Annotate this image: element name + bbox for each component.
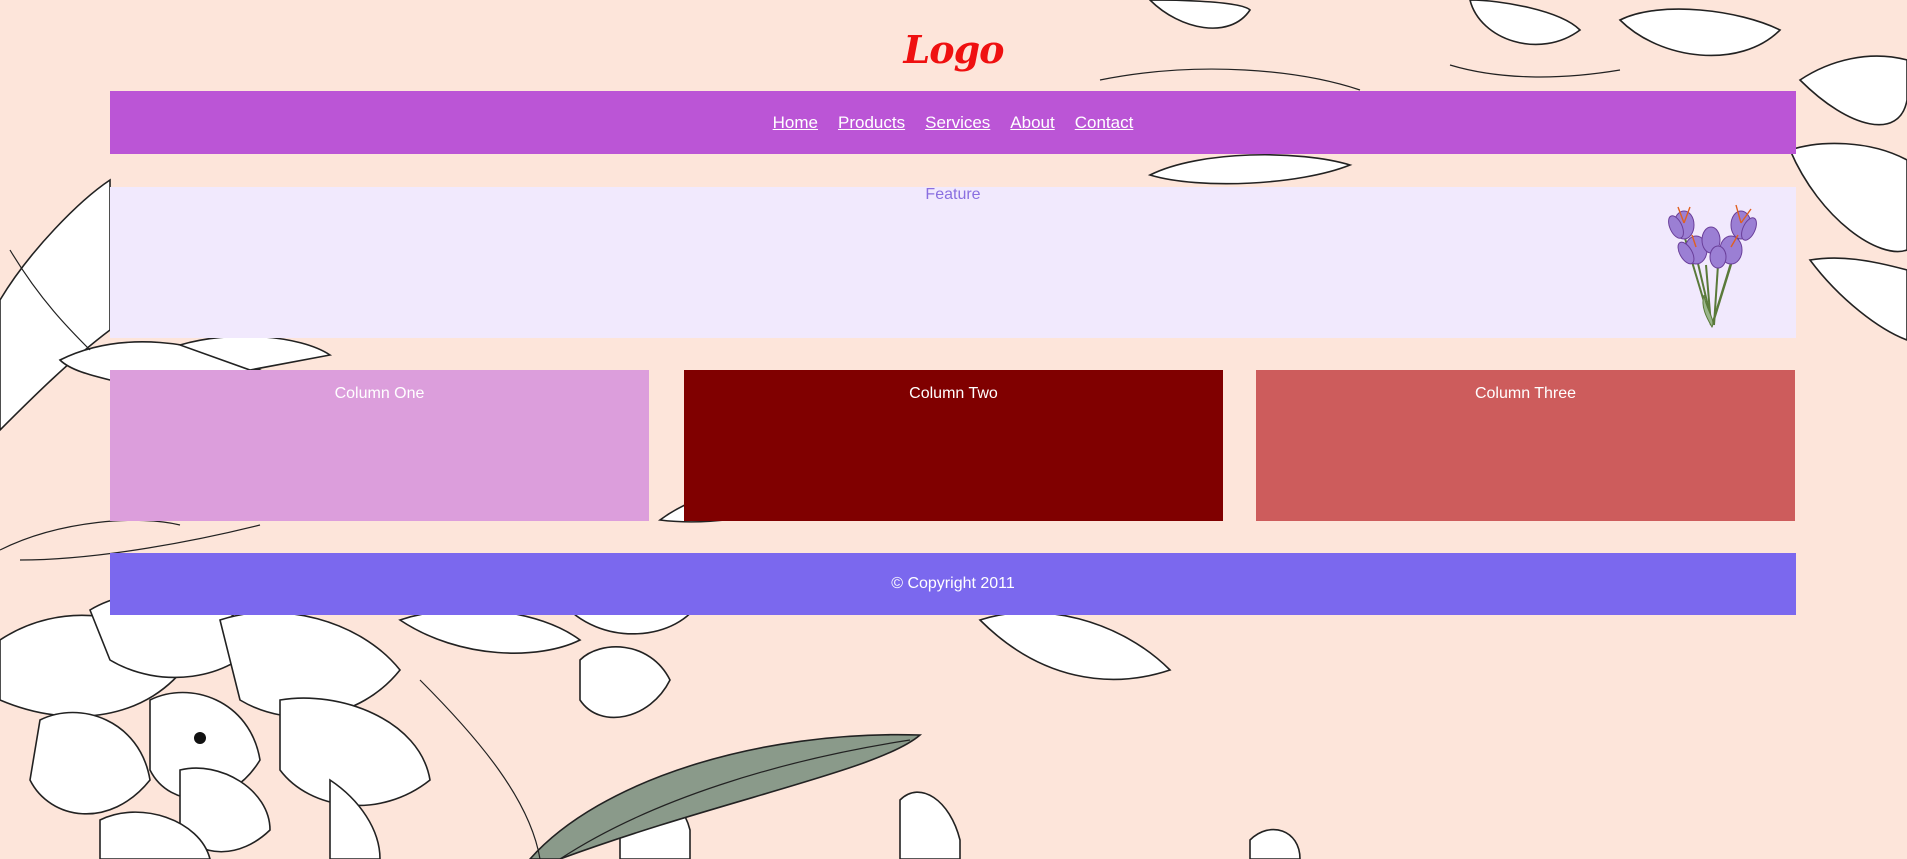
nav-link-services[interactable]: Services <box>925 113 990 133</box>
feature-section: Feature <box>110 187 1796 338</box>
column-three: Column Three <box>1256 370 1795 521</box>
main-nav: Home Products Services About Contact <box>110 91 1796 154</box>
nav-link-contact[interactable]: Contact <box>1075 113 1134 133</box>
column-one-title: Column One <box>334 385 425 402</box>
column-one: Column One <box>110 370 649 521</box>
logo[interactable]: Logo <box>0 22 1907 78</box>
nav-link-home[interactable]: Home <box>773 113 818 133</box>
footer: © Copyright 2011 <box>110 553 1796 615</box>
column-three-title: Column Three <box>1474 385 1577 402</box>
copyright-text: © Copyright 2011 <box>891 575 1015 592</box>
crocus-bouquet-image <box>1668 204 1757 329</box>
nav-link-products[interactable]: Products <box>838 113 905 133</box>
feature-title: Feature <box>925 186 981 203</box>
nav-link-about[interactable]: About <box>1010 113 1054 133</box>
column-two-title: Column Two <box>909 385 998 402</box>
column-two: Column Two <box>684 370 1223 521</box>
page: Logo Home Products Services About Contac… <box>0 0 1907 859</box>
